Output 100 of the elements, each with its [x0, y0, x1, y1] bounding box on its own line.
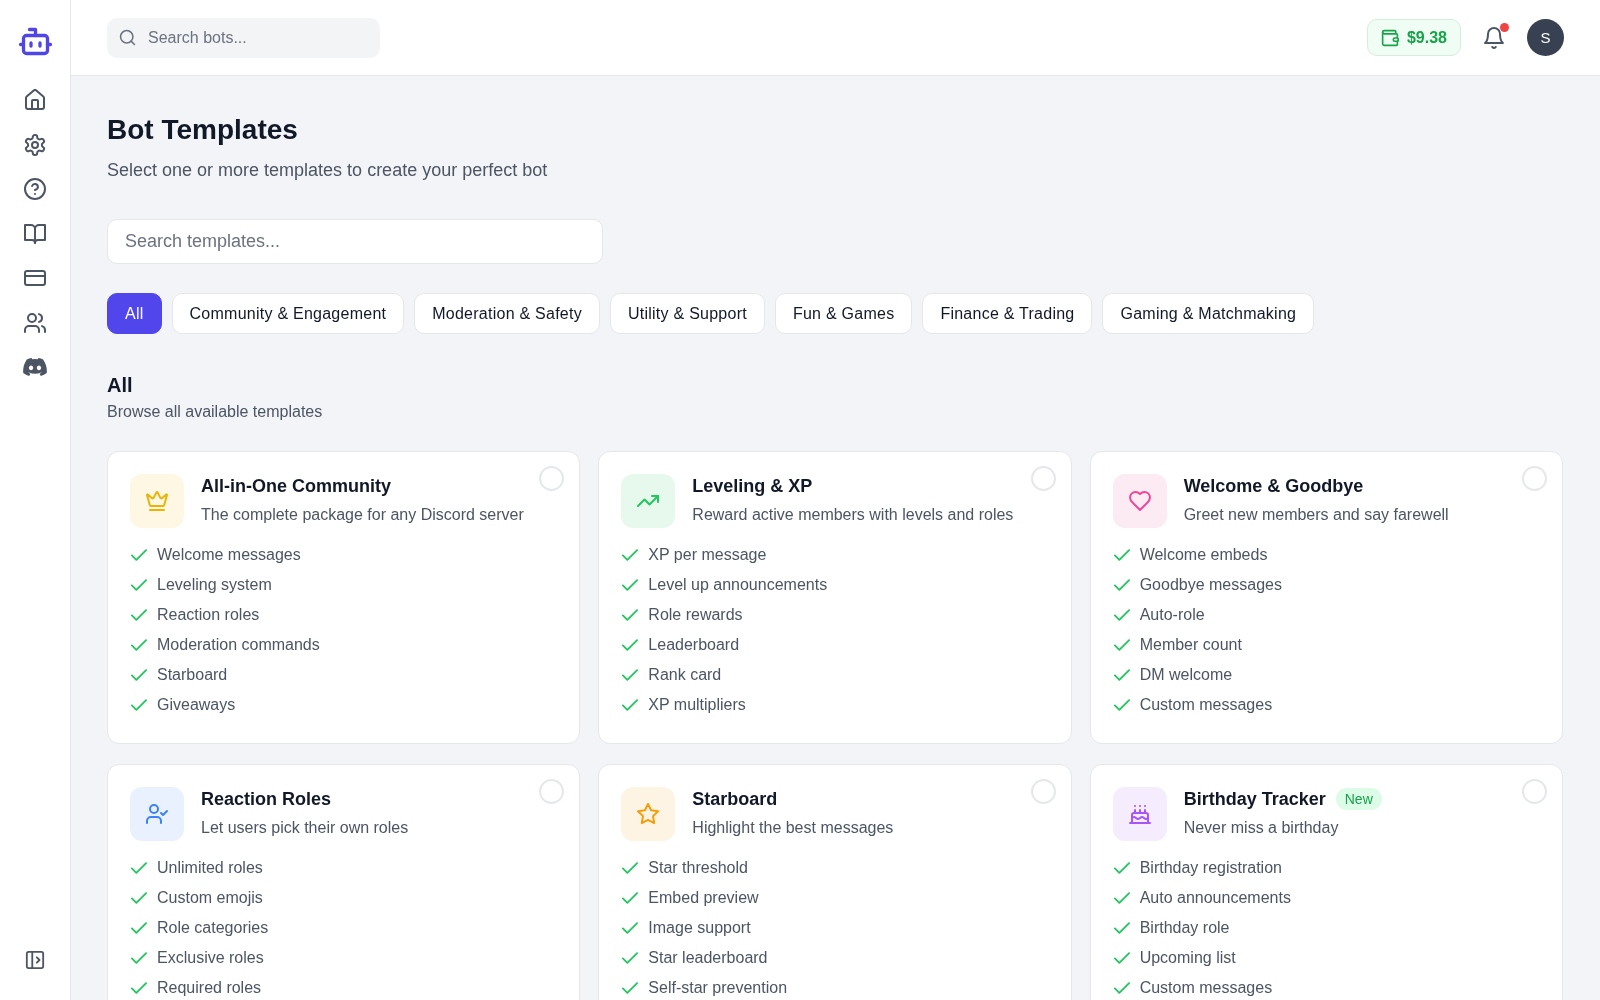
users-icon[interactable]: [24, 311, 46, 334]
feature-text: Upcoming list: [1139, 949, 1236, 967]
select-radio[interactable]: [1522, 779, 1547, 804]
check-icon: [622, 890, 639, 906]
credit-card-icon[interactable]: [24, 267, 46, 289]
trending-up-icon: [621, 474, 676, 528]
feature-text: Birthday registration: [1139, 859, 1282, 877]
feature-text: XP multipliers: [648, 696, 746, 714]
filter-tab[interactable]: Utility & Support: [609, 293, 765, 334]
template-search-field[interactable]: Search templates...: [107, 219, 603, 264]
filter-tab[interactable]: Moderation & Safety: [414, 293, 600, 334]
help-icon[interactable]: [24, 178, 46, 200]
wallet-icon: [1380, 28, 1399, 47]
select-radio[interactable]: [539, 466, 565, 491]
feature-text: Welcome messages: [157, 546, 301, 564]
book-icon[interactable]: [24, 222, 46, 245]
check-icon: [131, 890, 147, 906]
feature-text: XP per message: [648, 546, 767, 564]
select-radio[interactable]: [1522, 466, 1547, 491]
feature-text: Self-star prevention: [648, 979, 788, 997]
check-icon: [1113, 697, 1130, 713]
card-description: The complete package for any Discord server: [201, 505, 524, 525]
template-card[interactable]: Birthday Tracker New Never miss a birthday Birthday registration Auto announcements Birthday role Upcoming list Custom messages: [1089, 764, 1563, 1000]
filter-tab[interactable]: Fun & Games: [774, 293, 913, 334]
feature-text: DM welcome: [1139, 666, 1233, 684]
check-icon: [622, 697, 639, 713]
feature-text: Unlimited roles: [157, 859, 263, 877]
check-icon: [1113, 637, 1130, 653]
template-card[interactable]: Reaction Roles Let users pick their own roles Unlimited roles Custom emojis Role categories Exclusive roles Required roles: [107, 764, 581, 1000]
check-icon: [131, 577, 147, 593]
feature-text: Custom messages: [1139, 979, 1273, 997]
check-icon: [1113, 860, 1130, 876]
search-icon: [119, 29, 136, 46]
feature-text: Star leaderboard: [648, 949, 768, 967]
template-card[interactable]: Welcome & Goodbye Greet new members and say farewell Welcome embeds Goodbye messages Auto-role Member count DM welcome Custom messages: [1089, 451, 1563, 744]
feature-text: Custom messages: [1139, 696, 1273, 714]
feature-text: Auto announcements: [1139, 889, 1291, 907]
template-card[interactable]: Starboard Highlight the best messages Star threshold Embed preview Image support Star leaderboard Self-star prevention: [598, 764, 1072, 1000]
sidebar-toggle-icon[interactable]: [25, 950, 45, 970]
check-icon: [622, 950, 639, 966]
check-icon: [1113, 920, 1130, 936]
card-description: Never miss a birthday: [1183, 818, 1340, 838]
check-icon: [1113, 980, 1130, 996]
feature-text: Starboard: [157, 666, 228, 684]
check-icon: [622, 980, 639, 996]
select-radio[interactable]: [1030, 466, 1056, 491]
user-check-icon: [130, 787, 184, 841]
feature-text: Embed preview: [648, 889, 759, 907]
check-icon: [131, 980, 147, 996]
feature-text: Level up announcements: [648, 576, 828, 594]
check-icon: [622, 920, 639, 936]
discord-icon[interactable]: [23, 358, 47, 376]
crown-icon: [130, 474, 184, 528]
feature-text: Role rewards: [648, 606, 743, 624]
filter-tab[interactable]: Finance & Trading: [922, 293, 1093, 334]
bell-icon[interactable]: [1483, 26, 1505, 49]
feature-text: Leaderboard: [648, 636, 740, 654]
check-icon: [131, 637, 147, 653]
check-icon: [622, 607, 639, 623]
filter-tab[interactable]: Community & Engagement: [171, 293, 405, 334]
card-title: Birthday Tracker: [1183, 788, 1326, 811]
select-radio[interactable]: [1030, 779, 1056, 804]
check-icon: [131, 547, 147, 563]
check-icon: [622, 860, 639, 876]
check-icon: [622, 667, 639, 683]
feature-text: Exclusive roles: [157, 949, 264, 967]
check-icon: [131, 920, 147, 936]
feature-text: Role categories: [157, 919, 269, 937]
settings-icon[interactable]: [24, 133, 46, 156]
template-card[interactable]: Leveling & XP Reward active members with levels and roles XP per message Level up announcements Role rewards Leaderboard Rank card XP multipliers: [598, 451, 1072, 744]
section-title: All: [107, 373, 134, 398]
card-title: Reaction Roles: [201, 788, 332, 811]
feature-text: Reaction roles: [157, 606, 260, 624]
feature-text: Giveaways: [157, 696, 236, 714]
select-radio[interactable]: [539, 779, 565, 804]
card-title: All-in-One Community: [201, 475, 391, 498]
card-description: Let users pick their own roles: [201, 818, 409, 838]
card-title: Leveling & XP: [692, 475, 813, 498]
check-icon: [1113, 890, 1130, 906]
card-description: Highlight the best messages: [692, 818, 894, 838]
card-title: Starboard: [692, 788, 778, 811]
filter-tab[interactable]: All: [107, 293, 162, 334]
check-icon: [131, 950, 147, 966]
check-icon: [131, 667, 147, 683]
new-badge: New: [1335, 788, 1382, 810]
page-title: Bot Templates: [107, 113, 299, 147]
filter-tab[interactable]: Gaming & Matchmaking: [1102, 293, 1315, 334]
user-avatar[interactable]: S: [1527, 19, 1564, 56]
feature-text: Moderation commands: [157, 636, 320, 654]
feature-text: Leveling system: [157, 576, 272, 594]
feature-text: Star threshold: [648, 859, 748, 877]
template-card[interactable]: All-in-One Community The complete package for any Discord server Welcome messages Leveling system Reaction roles Moderation commands Starboard Giveaways: [107, 451, 581, 744]
check-icon: [622, 637, 639, 653]
feature-text: Rank card: [648, 666, 722, 684]
section-subtitle: Browse all available templates: [107, 402, 324, 422]
search-field[interactable]: Search bots...: [107, 17, 380, 58]
card-description: Greet new members and say farewell: [1183, 505, 1449, 525]
feature-text: Member count: [1139, 636, 1242, 654]
robot-logo-icon: [18, 27, 52, 56]
home-icon[interactable]: [24, 89, 46, 111]
